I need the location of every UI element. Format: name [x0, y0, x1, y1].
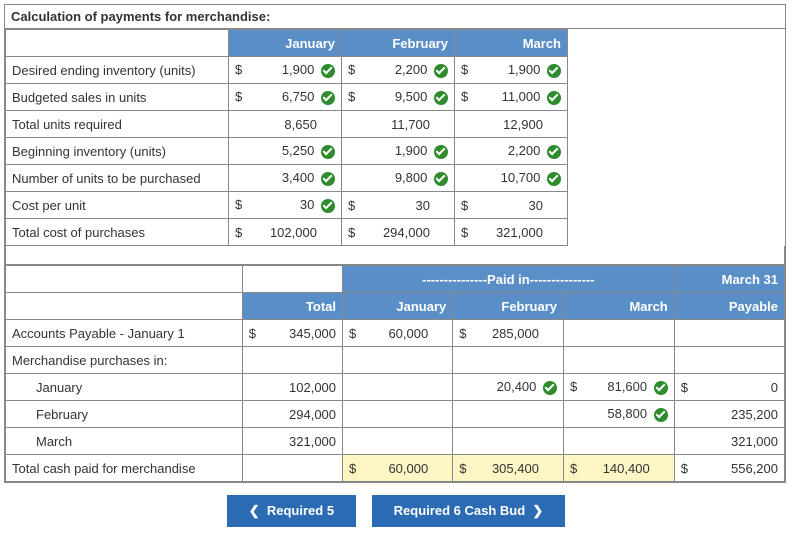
- check-icon: [321, 172, 335, 186]
- next-button[interactable]: Required 6 Cash Bud ❯: [372, 495, 566, 527]
- check-icon: [654, 408, 668, 422]
- row-purchases-march: March 321,000 321,000: [6, 428, 785, 455]
- row-purchases-january: January 102,000 20,400 $81,600 $0: [6, 374, 785, 401]
- worksheet: Calculation of payments for merchandise:…: [4, 4, 786, 483]
- check-icon: [434, 91, 448, 105]
- row-total-units-required: Total units required 8,650 11,700 12,900: [6, 111, 785, 138]
- march31-header: March 31: [674, 266, 784, 293]
- payable-header: Payable: [674, 293, 784, 320]
- check-icon: [654, 381, 668, 395]
- row-cost-per-unit: Cost per unit $30 $30 $30: [6, 192, 785, 219]
- check-icon: [321, 91, 335, 105]
- col-march: March: [455, 30, 568, 57]
- check-icon: [321, 64, 335, 78]
- section-title: Calculation of payments for merchandise:: [5, 5, 785, 29]
- row-desired-ending-inventory: Desired ending inventory (units) $1,900 …: [6, 57, 785, 84]
- check-icon: [547, 64, 561, 78]
- total-header: Total: [242, 293, 342, 320]
- units-table: January February March Desired ending in…: [5, 29, 785, 265]
- check-icon: [547, 172, 561, 186]
- row-total-cost-purchases: Total cost of purchases $102,000 $294,00…: [6, 219, 785, 246]
- col-january: January: [229, 30, 342, 57]
- chevron-right-icon: ❯: [532, 503, 543, 518]
- check-icon: [434, 172, 448, 186]
- paid-in-header: ---------------Paid in---------------: [343, 266, 675, 293]
- row-total-cash-paid: Total cash paid for merchandise $60,000 …: [6, 455, 785, 482]
- check-icon: [547, 145, 561, 159]
- row-merchandise-purchases-in: Merchandise purchases in:: [6, 347, 785, 374]
- payments-table: ---------------Paid in--------------- Ma…: [5, 265, 785, 482]
- nav-buttons: ❮ Required 5 Required 6 Cash Bud ❯: [4, 483, 788, 539]
- row-purchases-february: February 294,000 58,800 235,200: [6, 401, 785, 428]
- check-icon: [321, 145, 335, 159]
- check-icon: [434, 64, 448, 78]
- chevron-left-icon: ❮: [249, 503, 260, 518]
- col-february: February: [342, 30, 455, 57]
- row-budgeted-sales: Budgeted sales in units $6,750 $9,500 $1…: [6, 84, 785, 111]
- prev-button[interactable]: ❮ Required 5: [227, 495, 356, 527]
- row-units-to-purchase: Number of units to be purchased 3,400 9,…: [6, 165, 785, 192]
- check-icon: [434, 145, 448, 159]
- row-beginning-inventory: Beginning inventory (units) 5,250 1,900 …: [6, 138, 785, 165]
- check-icon: [547, 91, 561, 105]
- row-accounts-payable: Accounts Payable - January 1 $345,000 $6…: [6, 320, 785, 347]
- check-icon: [543, 381, 557, 395]
- check-icon: [321, 199, 335, 213]
